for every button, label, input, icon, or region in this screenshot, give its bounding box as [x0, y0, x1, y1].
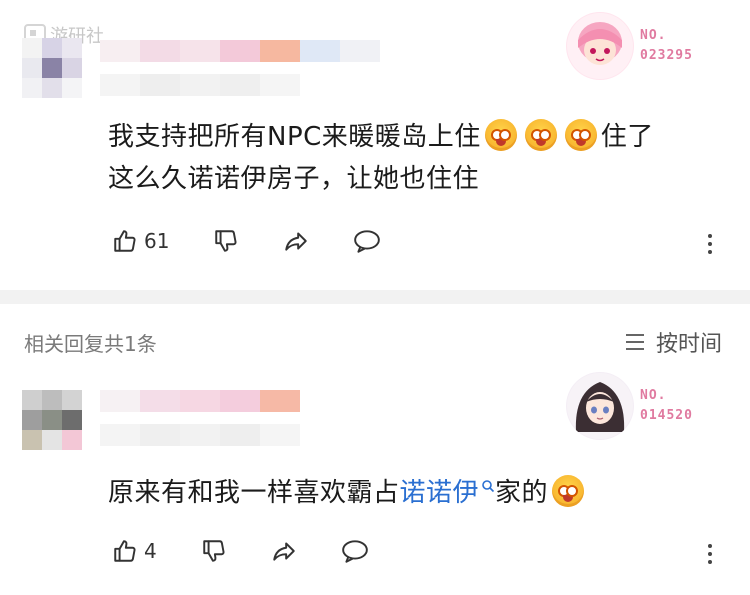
share-icon [273, 542, 295, 561]
dislike-button[interactable] [201, 538, 227, 564]
user-badge: NO. 014520 [566, 372, 693, 440]
comment-actions: 4 [112, 538, 369, 564]
emoji-heart-eyes-icon [564, 119, 597, 151]
comment-text: 我支持把所有NPC来暖暖岛上住 住了 这么久诺诺伊房子，让她也住住 [108, 116, 728, 200]
share-button[interactable] [271, 538, 297, 564]
sort-label: 按时间 [656, 332, 723, 357]
username-redacted [100, 40, 380, 96]
reply-icon [341, 540, 368, 563]
dislike-button[interactable] [213, 228, 239, 254]
like-icon [114, 230, 136, 252]
share-icon [285, 232, 308, 251]
topic-link[interactable]: 诺诺伊 [400, 478, 496, 508]
badge-number: 014520 [640, 408, 693, 423]
like-count: 4 [144, 539, 157, 563]
share-button[interactable] [283, 228, 309, 254]
search-icon [482, 480, 495, 493]
like-button[interactable]: 61 [112, 228, 169, 254]
replies-count: 相关回复共1条 [24, 332, 157, 356]
comment-text: 原来有和我一样喜欢霸占诺诺伊 家的 [108, 472, 728, 514]
like-button[interactable]: 4 [112, 538, 157, 564]
avatar [22, 38, 82, 98]
anime-avatar-icon [566, 12, 634, 80]
section-divider [0, 290, 750, 304]
badge-no-label: NO. [640, 28, 667, 43]
avatar [22, 390, 82, 450]
user-badge: NO. 023295 [566, 12, 693, 80]
like-count: 61 [144, 229, 170, 253]
badge-number: 023295 [640, 48, 693, 63]
emoji-heart-eyes-icon [524, 119, 557, 151]
emoji-drool-icon [552, 475, 585, 507]
like-icon [114, 540, 136, 562]
more-icon[interactable] [708, 544, 712, 564]
reply-icon [354, 230, 381, 253]
dislike-icon [203, 540, 225, 562]
anime-avatar-icon [566, 372, 634, 440]
reply-button[interactable] [353, 228, 381, 254]
emoji-heart-eyes-icon [484, 119, 517, 151]
sort-icon [626, 334, 644, 350]
username-redacted [100, 390, 300, 446]
more-icon[interactable] [708, 234, 712, 254]
reply-button[interactable] [341, 538, 369, 564]
dislike-icon [215, 230, 237, 252]
badge-no-label: NO. [640, 388, 667, 403]
sort-button[interactable]: 按时间 [624, 326, 722, 358]
comment-actions: 61 [112, 228, 381, 254]
